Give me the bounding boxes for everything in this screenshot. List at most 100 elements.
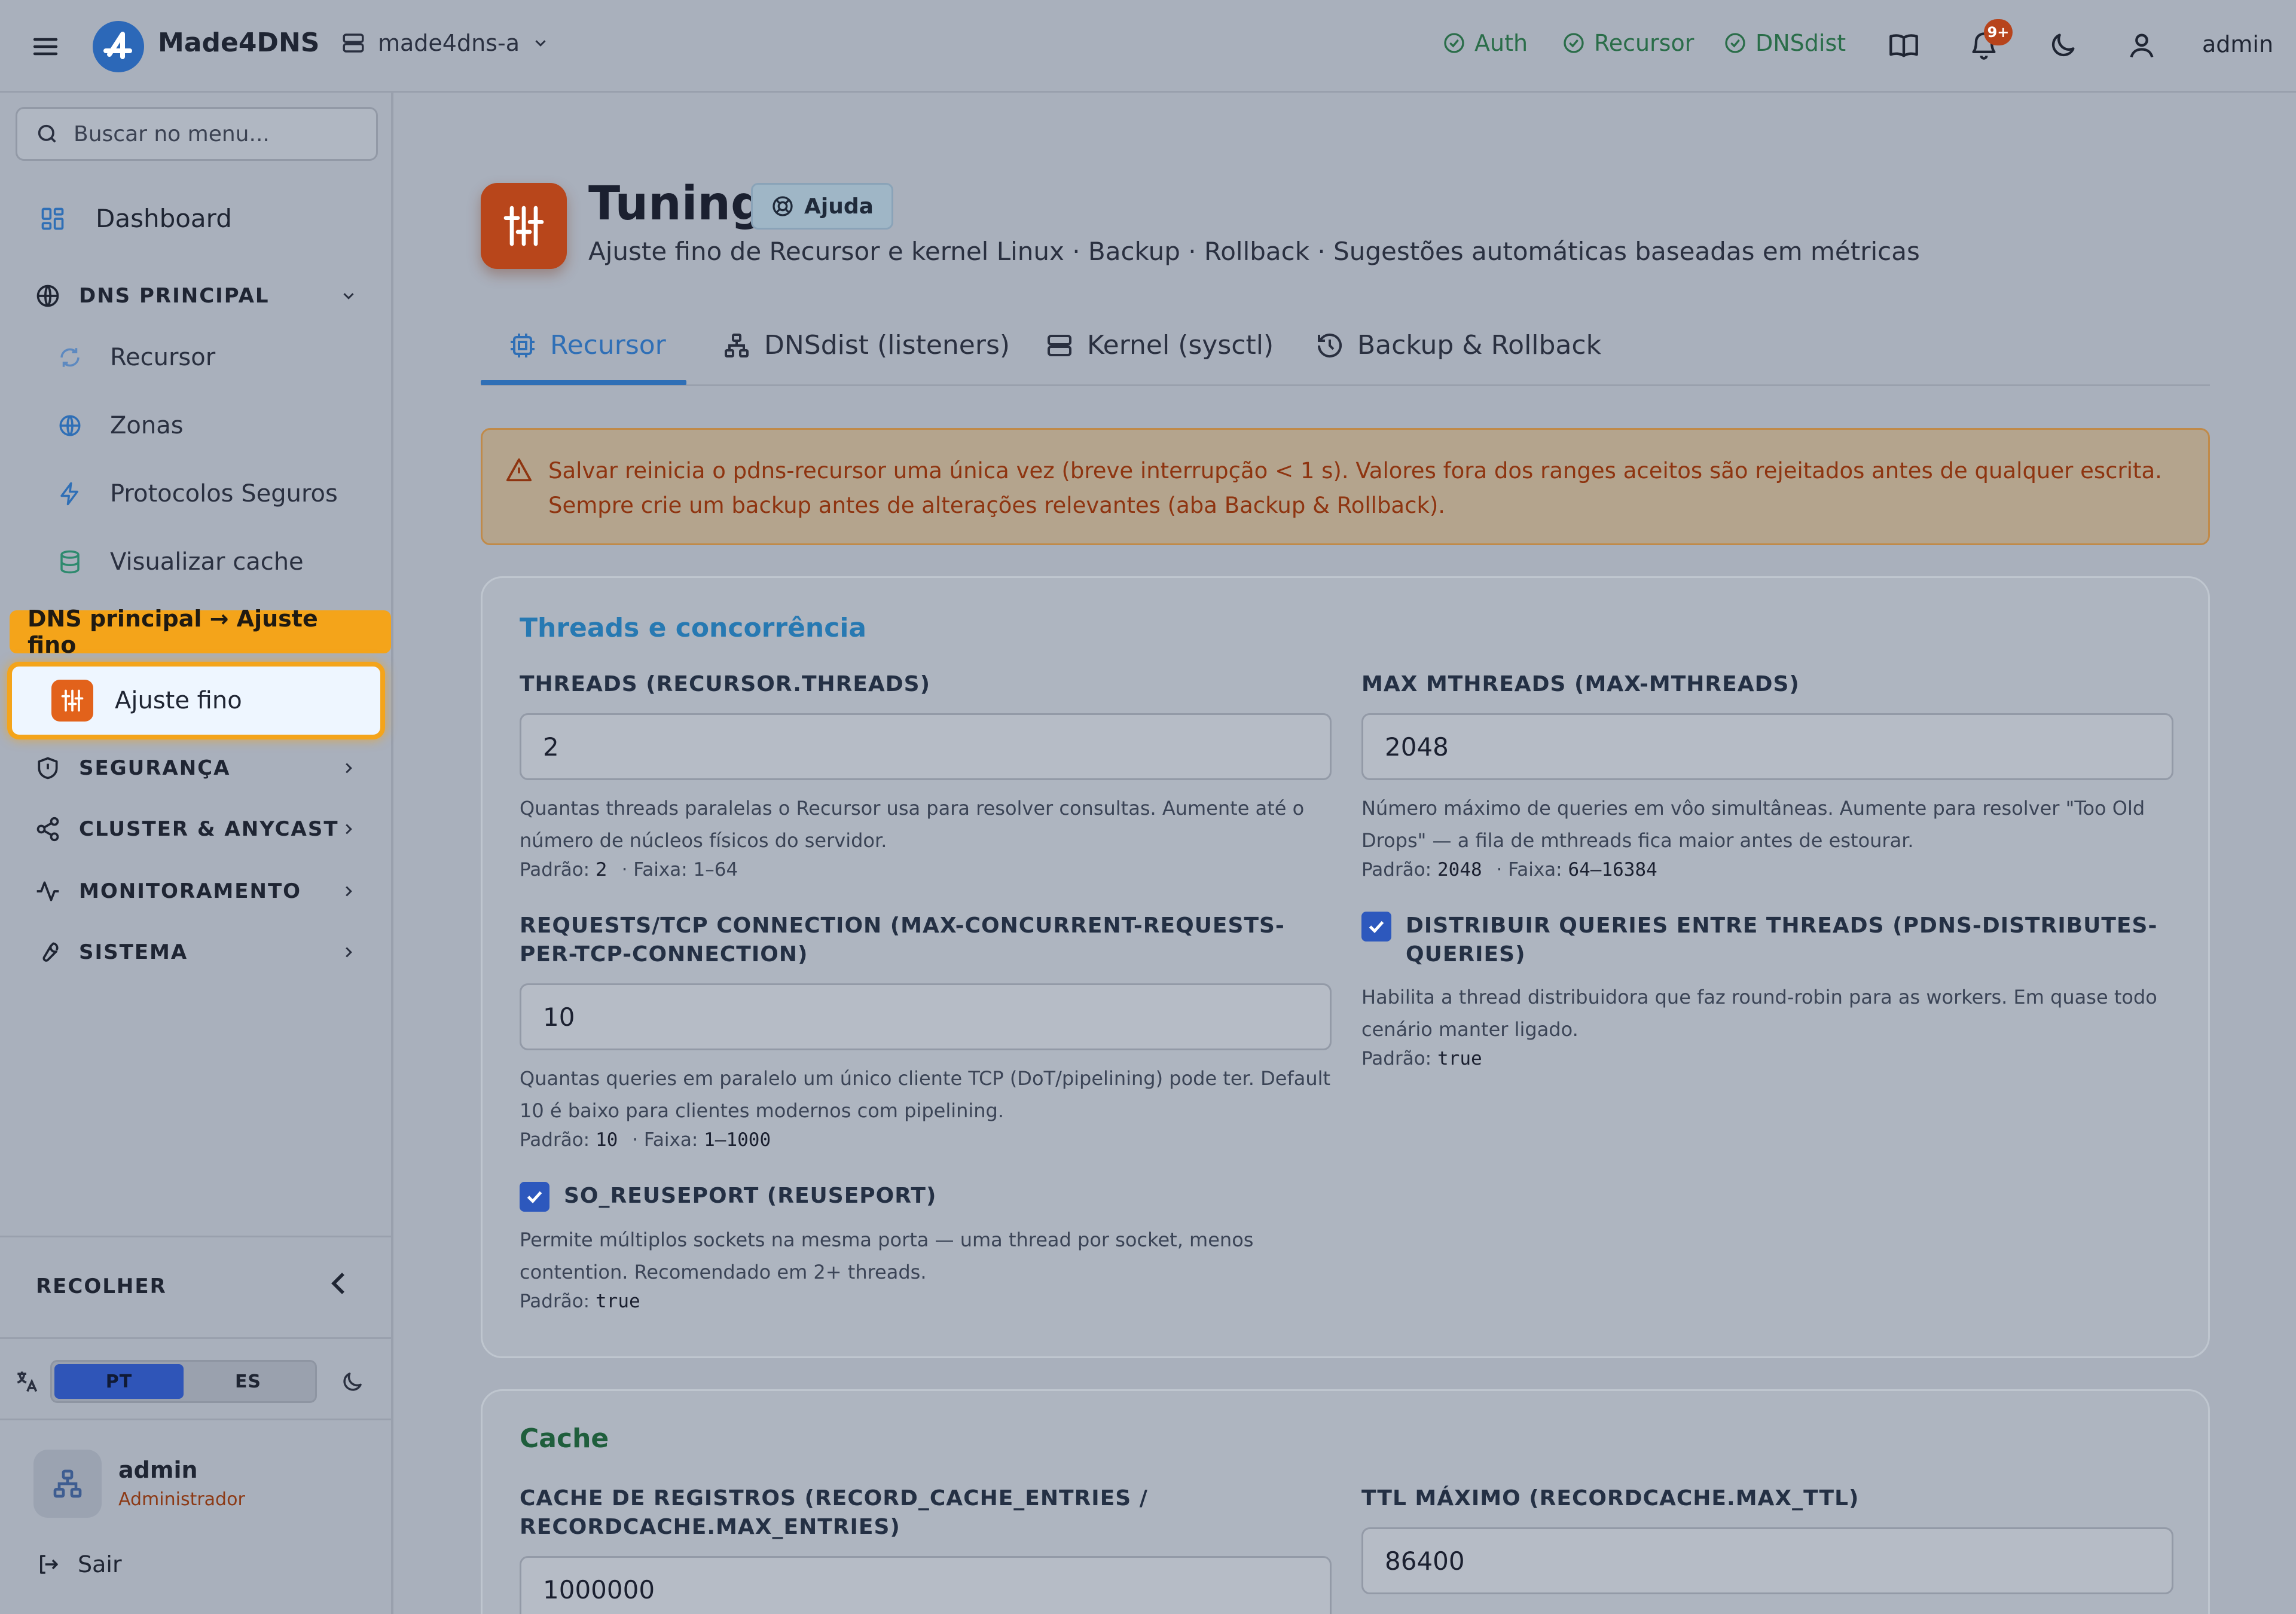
range-value: 1–1000 bbox=[704, 1129, 771, 1151]
sliders-icon bbox=[51, 680, 93, 722]
default-label: Padrão: bbox=[520, 1129, 590, 1151]
field-label: THREADS (RECURSOR.THREADS) bbox=[520, 672, 931, 696]
default-value: true bbox=[1437, 1048, 1482, 1069]
reuseport-checkbox[interactable] bbox=[520, 1182, 549, 1212]
status-label: Auth bbox=[1474, 30, 1528, 56]
server-icon bbox=[1048, 334, 1071, 356]
top-header: Made4DNS made4dns-a Auth Recursor DNSdis… bbox=[0, 0, 2296, 93]
warning-icon bbox=[506, 458, 532, 482]
divider bbox=[0, 1337, 391, 1339]
card-title: Threads e concorrência bbox=[520, 613, 867, 643]
translate-icon bbox=[17, 1371, 38, 1392]
app-name: Made4DNS bbox=[158, 27, 320, 58]
network-icon bbox=[725, 333, 749, 357]
history-icon bbox=[1318, 333, 1342, 357]
menu-search[interactable] bbox=[16, 107, 378, 161]
field-default: Padrão: true bbox=[520, 1291, 1332, 1312]
logout-button[interactable]: Sair bbox=[36, 1551, 122, 1578]
sidebar-item-zonas[interactable]: Zonas bbox=[57, 412, 184, 439]
status-dnsdist[interactable]: DNSdist bbox=[1723, 30, 1846, 56]
chevron-left-icon[interactable] bbox=[328, 1269, 349, 1298]
tab-dnsdist[interactable]: DNSdist (listeners) bbox=[722, 330, 1010, 360]
range-label: · Faixa: 1–64 bbox=[621, 859, 738, 881]
lang-es-button[interactable]: ES bbox=[184, 1364, 313, 1399]
field-threads: THREADS (RECURSOR.THREADS) Quantas threa… bbox=[520, 670, 1332, 881]
divider bbox=[0, 1236, 391, 1237]
field-default: Padrão: 2048 · Faixa: 64–16384 bbox=[1361, 859, 2173, 881]
sidebar-section-seguranca[interactable]: SEGURANÇA bbox=[35, 755, 358, 781]
status-label: DNSdist bbox=[1755, 30, 1846, 56]
default-label: Padrão: bbox=[1361, 859, 1432, 881]
tab-kernel[interactable]: Kernel (sysctl) bbox=[1045, 330, 1274, 360]
active-tab-indicator bbox=[481, 380, 686, 385]
user-name: admin bbox=[118, 1457, 198, 1483]
check-circle-icon bbox=[1444, 33, 1464, 53]
sidebar-item-label: Recursor bbox=[110, 344, 216, 371]
sidebar-item-label: Ajuste fino bbox=[115, 687, 242, 714]
sidebar-section-dns-principal[interactable]: DNS PRINCIPAL bbox=[35, 283, 358, 309]
user-icon[interactable] bbox=[2126, 30, 2157, 61]
sidebar-item-label: Visualizar cache bbox=[110, 548, 304, 576]
user-role: Administrador bbox=[118, 1489, 245, 1510]
help-button[interactable]: Ajuda bbox=[751, 183, 893, 230]
search-input[interactable] bbox=[74, 121, 355, 146]
sidebar-item-dashboard[interactable]: Dashboard bbox=[39, 204, 232, 233]
max-ttl-input[interactable] bbox=[1361, 1527, 2173, 1594]
status-recursor[interactable]: Recursor bbox=[1562, 30, 1694, 56]
default-value: 2 bbox=[596, 859, 607, 881]
field-label: SO_REUSEPORT (REUSEPORT) bbox=[564, 1184, 937, 1208]
book-icon[interactable] bbox=[1888, 30, 1919, 61]
collapse-label: RECOLHER bbox=[36, 1274, 167, 1298]
card-cache: Cache CACHE DE REGISTROS (RECORD_CACHE_E… bbox=[481, 1389, 2210, 1614]
server-selector[interactable]: made4dns-a bbox=[341, 30, 549, 56]
field-max-ttl: TTL MÁXIMO (RECORDCACHE.MAX_TTL) Limite … bbox=[1361, 1484, 2173, 1614]
sidebar-item-protocolos-seguros[interactable]: Protocolos Seguros bbox=[57, 480, 338, 508]
server-icon bbox=[343, 33, 364, 53]
tab-backup-rollback[interactable]: Backup & Rollback bbox=[1315, 330, 1601, 360]
sidebar-item-recursor[interactable]: Recursor bbox=[57, 344, 215, 371]
chevron-right-icon bbox=[346, 824, 352, 834]
sidebar-section-cluster[interactable]: CLUSTER & ANYCAST bbox=[35, 816, 358, 842]
sidebar-item-ajuste-fino[interactable]: Ajuste fino bbox=[7, 662, 385, 739]
moon-icon[interactable] bbox=[2047, 30, 2078, 61]
bolt-icon bbox=[60, 482, 78, 506]
lang-pt-button[interactable]: PT bbox=[54, 1364, 184, 1399]
header-user-name[interactable]: admin bbox=[2202, 31, 2273, 57]
dashboard-icon bbox=[41, 207, 64, 230]
sidebar-section-monitoramento[interactable]: MONITORAMENTO bbox=[35, 878, 358, 904]
globe-icon bbox=[36, 285, 59, 307]
shield-icon bbox=[38, 757, 58, 780]
max-mthreads-input[interactable] bbox=[1361, 713, 2173, 780]
tab-recursor[interactable]: Recursor bbox=[508, 330, 666, 360]
field-help: Quantas threads paralelas o Recursor usa… bbox=[520, 797, 1305, 852]
field-reuseport: SO_REUSEPORT (REUSEPORT) Permite múltipl… bbox=[520, 1182, 1332, 1312]
record-cache-input[interactable] bbox=[520, 1556, 1332, 1614]
field-help: Permite múltiplos sockets na mesma porta… bbox=[520, 1228, 1254, 1283]
search-icon bbox=[38, 124, 56, 143]
wrench-icon bbox=[42, 942, 59, 962]
moon-icon[interactable] bbox=[340, 1370, 365, 1395]
status-auth[interactable]: Auth bbox=[1442, 30, 1528, 56]
default-label: Padrão: bbox=[520, 859, 590, 881]
tcp-requests-input[interactable] bbox=[520, 983, 1332, 1050]
section-label: DNS PRINCIPAL bbox=[79, 284, 270, 308]
card-title: Cache bbox=[520, 1423, 609, 1454]
tab-label: DNSdist (listeners) bbox=[764, 330, 1010, 360]
divider bbox=[0, 1419, 391, 1420]
alert-text: Salvar reinicia o pdns-recursor uma únic… bbox=[548, 458, 2162, 518]
field-help: Habilita a thread distribuidora que faz … bbox=[1361, 986, 2157, 1041]
sidebar-item-label: Protocolos Seguros bbox=[110, 480, 338, 508]
chevron-right-icon bbox=[346, 763, 352, 774]
threads-input[interactable] bbox=[520, 713, 1332, 780]
check-icon bbox=[527, 1191, 542, 1203]
lifebuoy-icon bbox=[773, 196, 793, 216]
field-label: DISTRIBUIR QUERIES ENTRE THREADS (PDNS-D… bbox=[1406, 913, 2158, 967]
globe-icon bbox=[59, 415, 81, 436]
logout-label: Sair bbox=[78, 1551, 122, 1578]
section-label: MONITORAMENTO bbox=[79, 879, 302, 903]
sidebar-item-visualizar-cache[interactable]: Visualizar cache bbox=[57, 548, 304, 576]
default-label: Padrão: bbox=[520, 1291, 590, 1312]
distribute-queries-checkbox[interactable] bbox=[1361, 912, 1391, 941]
menu-icon[interactable] bbox=[31, 32, 60, 61]
sidebar-section-sistema[interactable]: SISTEMA bbox=[35, 939, 358, 965]
